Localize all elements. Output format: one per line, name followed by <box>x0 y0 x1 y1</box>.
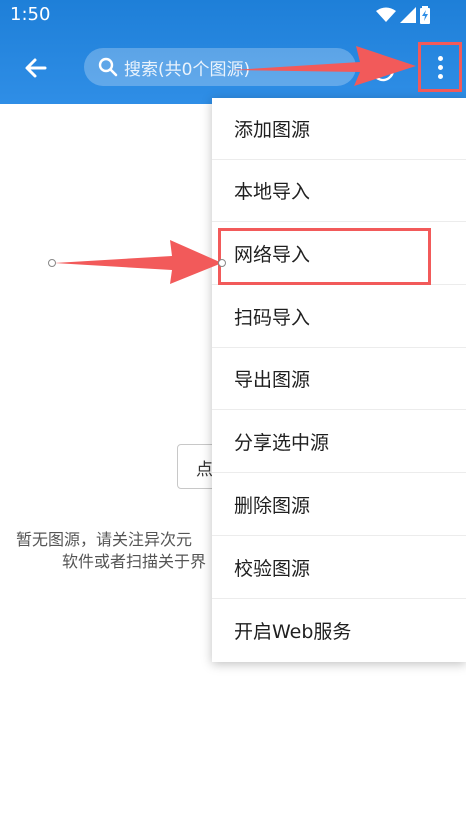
menu-item-verify-source[interactable]: 校验图源 <box>212 537 466 599</box>
search-placeholder: 搜索(共0个图源) <box>124 59 251 80</box>
menu-item-delete-source[interactable]: 删除图源 <box>212 474 466 536</box>
overflow-menu: 添加图源 本地导入 网络导入 扫码导入 导出图源 分享选中源 删除图源 校验图源… <box>212 98 466 662</box>
search-icon <box>98 57 118 77</box>
menu-item-share-selected[interactable]: 分享选中源 <box>212 411 466 473</box>
signal-icon <box>400 7 416 23</box>
more-vertical-icon <box>437 55 443 61</box>
menu-item-add-source[interactable]: 添加图源 <box>212 98 466 160</box>
arrow-origin-dot <box>48 259 56 267</box>
app-header: 1:50 搜索(共0个图源) <box>0 0 466 104</box>
menu-item-local-import[interactable]: 本地导入 <box>212 160 466 222</box>
back-button[interactable] <box>18 50 54 86</box>
menu-item-web-service[interactable]: 开启Web服务 <box>212 599 466 661</box>
status-icons <box>376 6 430 24</box>
status-bar: 1:50 <box>0 0 466 32</box>
arrow-annotation-middle <box>54 240 222 284</box>
menu-item-network-import[interactable]: 网络导入 <box>212 223 466 285</box>
menu-item-scan-import[interactable]: 扫码导入 <box>212 286 466 348</box>
empty-state-text: 暂无图源，请关注异次元 <box>16 530 193 549</box>
battery-charging-icon <box>420 6 430 24</box>
wifi-icon <box>376 7 396 22</box>
search-input[interactable]: 搜索(共0个图源) <box>84 48 356 86</box>
empty-state-text-2: 软件或者扫描关于界 <box>62 552 207 571</box>
more-options-button[interactable] <box>418 42 462 92</box>
sync-icon[interactable] <box>370 56 396 82</box>
arrow-left-icon <box>25 58 47 78</box>
menu-item-export-source[interactable]: 导出图源 <box>212 348 466 410</box>
status-time: 1:50 <box>10 4 51 25</box>
